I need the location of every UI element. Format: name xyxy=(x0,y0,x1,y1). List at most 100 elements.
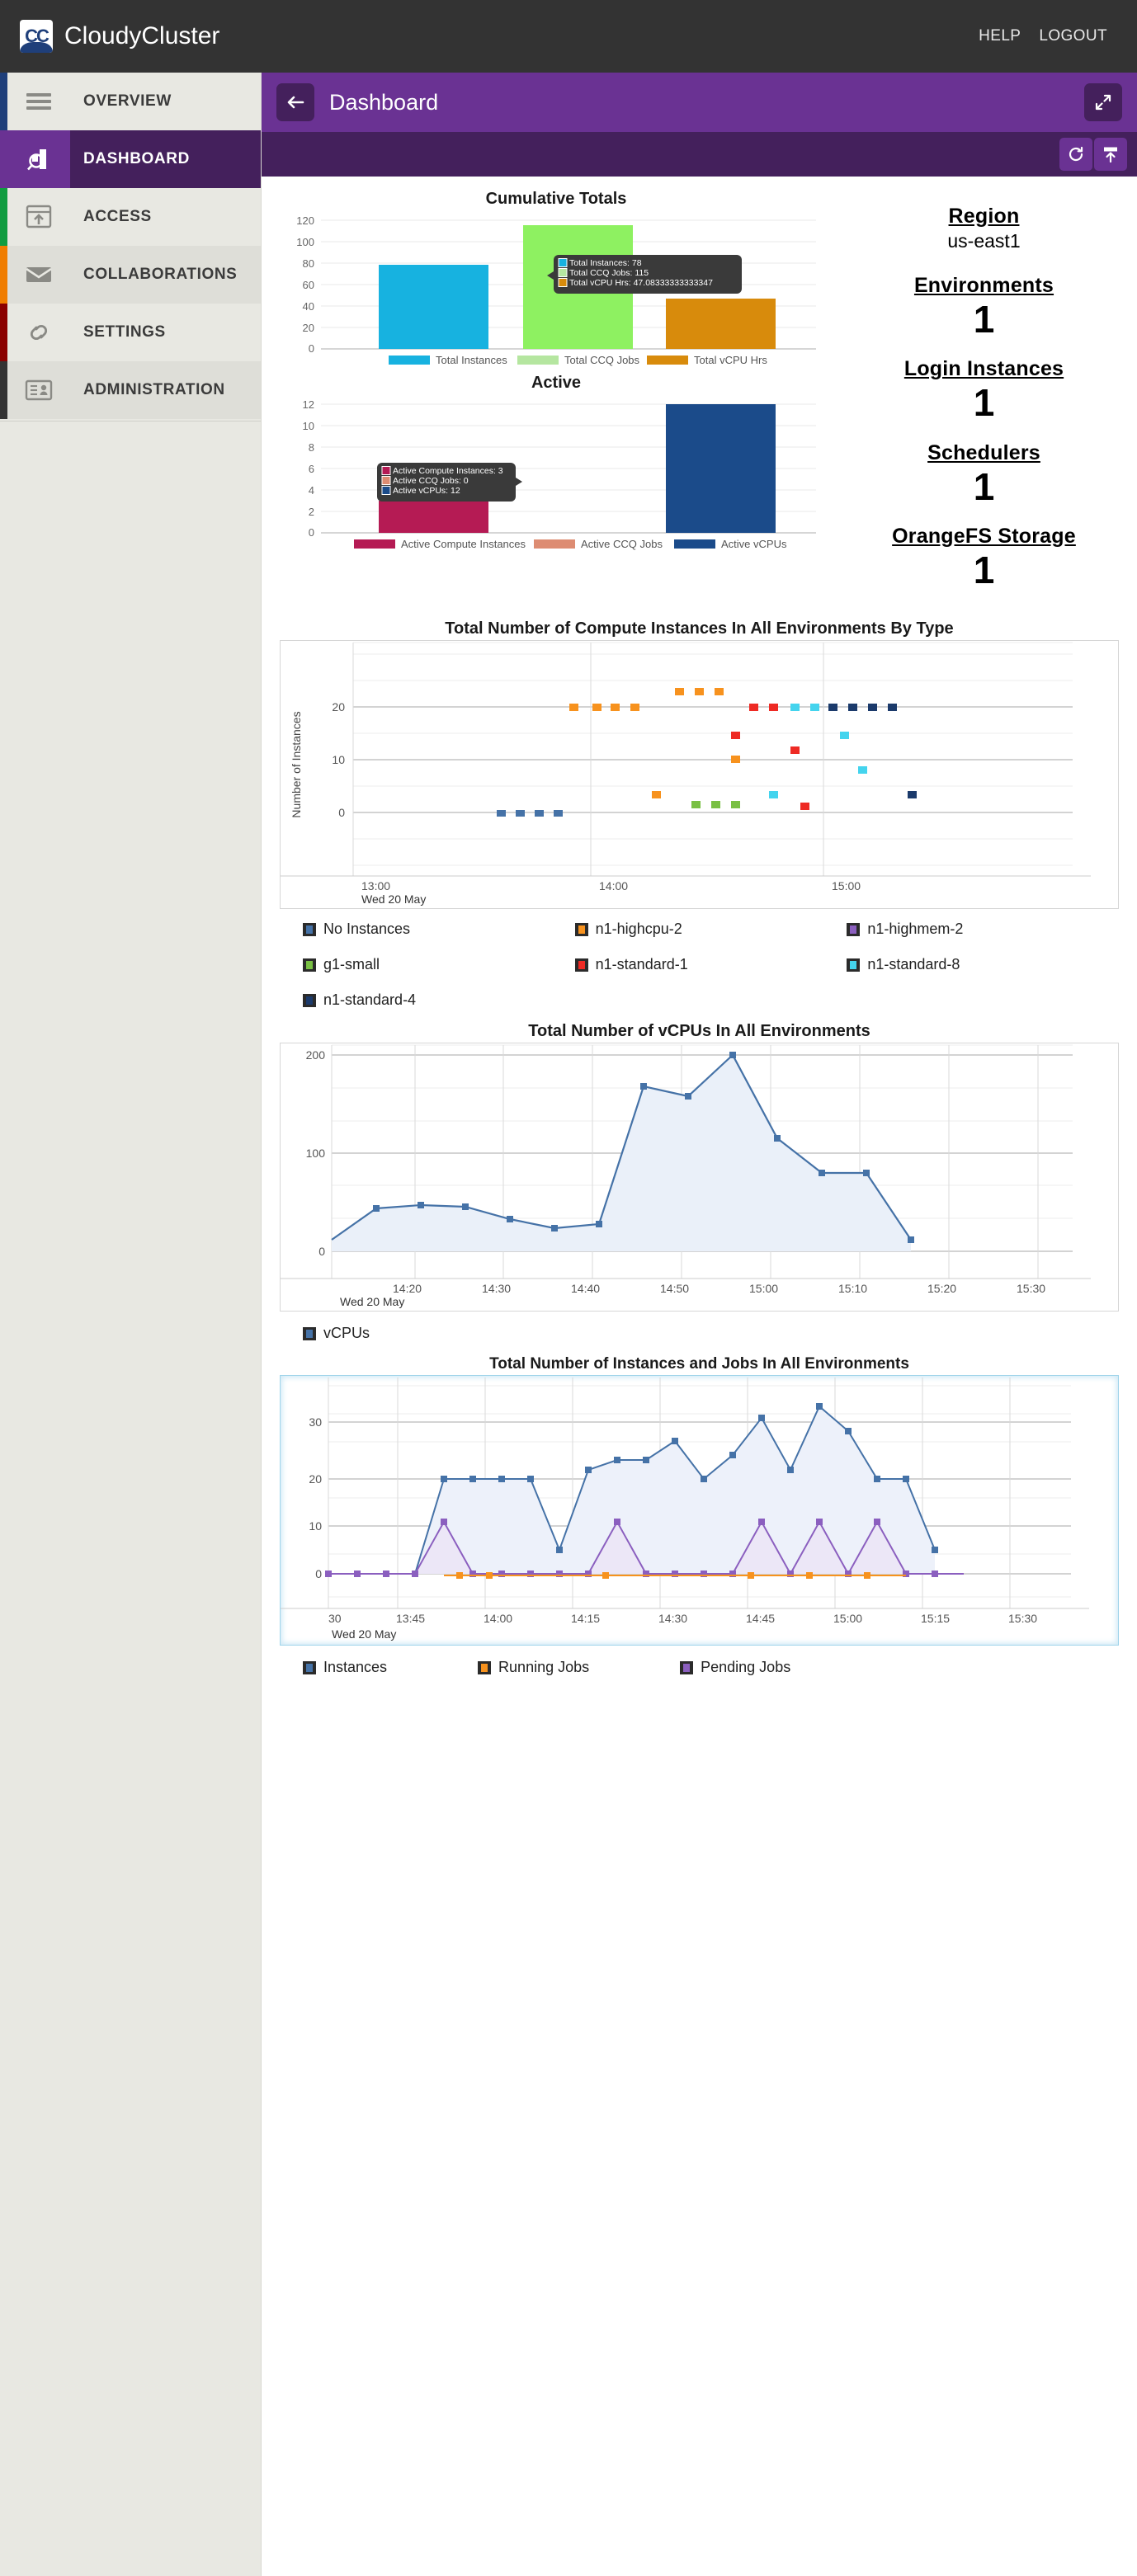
bar-active-compute-instances xyxy=(379,501,488,533)
legend-item[interactable]: n1-standard-1 xyxy=(574,956,847,973)
legend-label: n1-standard-8 xyxy=(867,956,960,973)
instances-jobs-legend: Instances Running Jobs Pending Jobs xyxy=(280,1646,1119,1684)
environments-label: Environments xyxy=(913,274,1054,297)
id-card-icon xyxy=(7,379,70,401)
svg-text:100: 100 xyxy=(306,1147,326,1160)
legend-item[interactable]: n1-standard-4 xyxy=(303,991,575,1009)
svg-text:14:30: 14:30 xyxy=(482,1282,511,1293)
stats-column: Region us-east1 Environments 1 Login Ins… xyxy=(841,185,1127,608)
sidebar-item-label: COLLABORATIONS xyxy=(83,266,238,283)
sidebar-item-label: ADMINISTRATION xyxy=(83,381,225,398)
sidebar-item-overview[interactable]: OVERVIEW xyxy=(0,73,261,130)
svg-text:13:00: 13:00 xyxy=(361,879,390,890)
svg-text:20: 20 xyxy=(303,322,314,334)
sidebar-item-label: DASHBOARD xyxy=(83,150,190,167)
legend-swatch-icon xyxy=(847,958,861,972)
legend-swatch-icon xyxy=(847,922,861,936)
legend-item[interactable]: Running Jobs xyxy=(478,1659,589,1676)
legend-swatch-icon xyxy=(303,1660,316,1674)
sidebar-item-administration[interactable]: ADMINISTRATION xyxy=(0,361,261,419)
legend-swatch-icon xyxy=(303,958,316,972)
sidebar-item-settings[interactable]: SETTINGS xyxy=(0,304,261,361)
expand-arrows-icon[interactable] xyxy=(1084,83,1122,121)
svg-text:0: 0 xyxy=(338,806,345,819)
hamburger-icon xyxy=(7,91,70,112)
legend-swatch-icon xyxy=(303,1326,316,1340)
main-content: Dashboard Cumulative Totals 120 100 80 6… xyxy=(261,73,1137,2576)
svg-text:0: 0 xyxy=(309,342,314,355)
sidebar-item-label: ACCESS xyxy=(83,208,152,225)
svg-text:Active Compute Instances: Active Compute Instances xyxy=(401,538,526,550)
bar-total-vcpu-hrs xyxy=(666,299,776,349)
sidebar-item-label: SETTINGS xyxy=(83,323,166,341)
svg-text:14:15: 14:15 xyxy=(571,1612,600,1625)
svg-text:14:40: 14:40 xyxy=(571,1282,600,1293)
svg-text:Active Compute Instances: 3: Active Compute Instances: 3 xyxy=(393,466,503,476)
legend-swatch-icon xyxy=(303,993,316,1007)
chart-title: Cumulative Totals xyxy=(485,190,627,208)
legend-item[interactable]: n1-standard-8 xyxy=(847,956,1119,973)
svg-text:6: 6 xyxy=(309,463,314,475)
svg-text:Total Instances: Total Instances xyxy=(436,354,507,366)
svg-text:15:30: 15:30 xyxy=(1008,1612,1037,1625)
instances-by-type-svg: 20 10 0 Number of Instances 13:00 14:00 … xyxy=(281,642,1091,890)
svg-text:Wed 20 May: Wed 20 May xyxy=(332,1627,396,1641)
svg-text:Total vCPU Hrs: 47.08333333333: Total vCPU Hrs: 47.08333333333347 xyxy=(569,278,713,288)
back-arrow-icon[interactable] xyxy=(276,83,314,121)
svg-text:0: 0 xyxy=(315,1567,322,1580)
instances-by-type-legend: No Instances n1-highcpu-2 n1-highmem-2 g… xyxy=(280,909,1119,1014)
legend-item[interactable]: n1-highcpu-2 xyxy=(574,921,847,938)
vcpus-legend: vCPUs xyxy=(280,1312,1119,1350)
legend-item[interactable]: g1-small xyxy=(303,956,575,973)
export-upload-icon[interactable] xyxy=(1094,138,1127,171)
legend-label: Running Jobs xyxy=(498,1659,590,1676)
svg-text:15:00: 15:00 xyxy=(749,1282,778,1293)
legend-label: n1-standard-1 xyxy=(595,956,688,973)
svg-text:14:30: 14:30 xyxy=(658,1612,687,1625)
svg-text:15:15: 15:15 xyxy=(921,1612,950,1625)
help-link[interactable]: HELP xyxy=(979,27,1021,45)
cloudycluster-logo-icon: CC xyxy=(20,20,53,53)
sidebar-item-collaborations[interactable]: COLLABORATIONS xyxy=(0,246,261,304)
svg-text:Number of Instances: Number of Instances xyxy=(290,712,303,818)
legend-item[interactable]: No Instances xyxy=(303,921,575,938)
instances-jobs-xlabel: Wed 20 May xyxy=(332,1627,396,1641)
svg-text:40: 40 xyxy=(303,300,314,313)
svg-text:0: 0 xyxy=(309,526,314,539)
svg-text:Total CCQ Jobs: Total CCQ Jobs xyxy=(564,354,640,366)
svg-text:10: 10 xyxy=(332,753,345,766)
legend-item[interactable]: Pending Jobs xyxy=(680,1659,790,1676)
vcpus-xlabel: Wed 20 May xyxy=(340,1295,404,1308)
svg-text:15:10: 15:10 xyxy=(838,1282,867,1293)
legend-item[interactable]: vCPUs xyxy=(303,1325,370,1342)
instances-by-type-chart: 20 10 0 Number of Instances 13:00 14:00 … xyxy=(280,640,1119,910)
legend-label: g1-small xyxy=(323,956,380,973)
login-instances-value: 1 xyxy=(973,381,995,425)
refresh-icon[interactable] xyxy=(1059,138,1092,171)
legend-swatch-icon xyxy=(478,1660,492,1674)
instances-by-type-section: Total Number of Compute Instances In All… xyxy=(262,619,1137,1014)
upload-window-icon xyxy=(7,205,70,229)
svg-text:80: 80 xyxy=(303,257,314,270)
sidebar-item-dashboard[interactable]: DASHBOARD xyxy=(0,130,261,188)
cumulative-legend: Total Instances Total CCQ Jobs Total vCP… xyxy=(389,354,767,366)
legend-item[interactable]: Instances xyxy=(303,1659,387,1676)
svg-text:60: 60 xyxy=(303,279,314,291)
vcpus-svg: 200 100 0 14:20 14:30 14:40 14:50 15:00 … xyxy=(281,1044,1091,1293)
svg-text:Active vCPUs: 12: Active vCPUs: 12 xyxy=(393,486,460,496)
logout-link[interactable]: LOGOUT xyxy=(1039,27,1107,45)
vcpus-chart: 200 100 0 14:20 14:30 14:40 14:50 15:00 … xyxy=(280,1043,1119,1312)
instances-jobs-chart[interactable]: 30 20 10 0 30 13:45 14:00 14:15 14:30 14… xyxy=(280,1375,1119,1646)
svg-text:Total Instances: 78: Total Instances: 78 xyxy=(569,258,642,268)
top-bar-actions: HELP LOGOUT xyxy=(979,27,1117,45)
svg-text:14:45: 14:45 xyxy=(746,1612,775,1625)
legend-swatch-icon xyxy=(574,958,588,972)
legend-item[interactable]: n1-highmem-2 xyxy=(847,921,1119,938)
sidebar-item-access[interactable]: ACCESS xyxy=(0,188,261,246)
svg-text:Total CCQ Jobs: 115: Total CCQ Jobs: 115 xyxy=(569,268,649,278)
chart-title: Active xyxy=(531,374,582,392)
svg-text:8: 8 xyxy=(309,441,314,454)
brand[interactable]: CC CloudyCluster xyxy=(20,20,219,53)
instances-by-type-xlabel: Wed 20 May xyxy=(361,892,426,906)
login-instances-label: Login Instances xyxy=(903,357,1064,381)
